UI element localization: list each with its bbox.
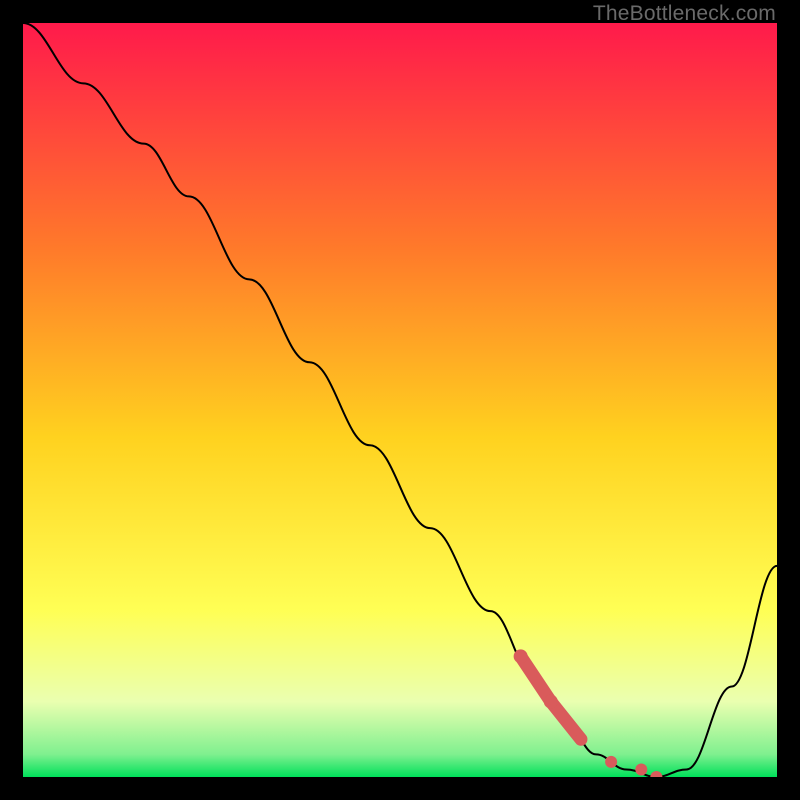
- chart-plot: [23, 23, 777, 777]
- watermark-text: TheBottleneck.com: [593, 2, 776, 26]
- gradient-background: [23, 23, 777, 777]
- recommended-dot: [605, 756, 617, 768]
- recommended-dot: [575, 733, 587, 745]
- recommended-dot: [514, 649, 528, 663]
- recommended-dot: [635, 763, 647, 775]
- chart-frame: [23, 23, 777, 777]
- recommended-dot: [544, 695, 558, 709]
